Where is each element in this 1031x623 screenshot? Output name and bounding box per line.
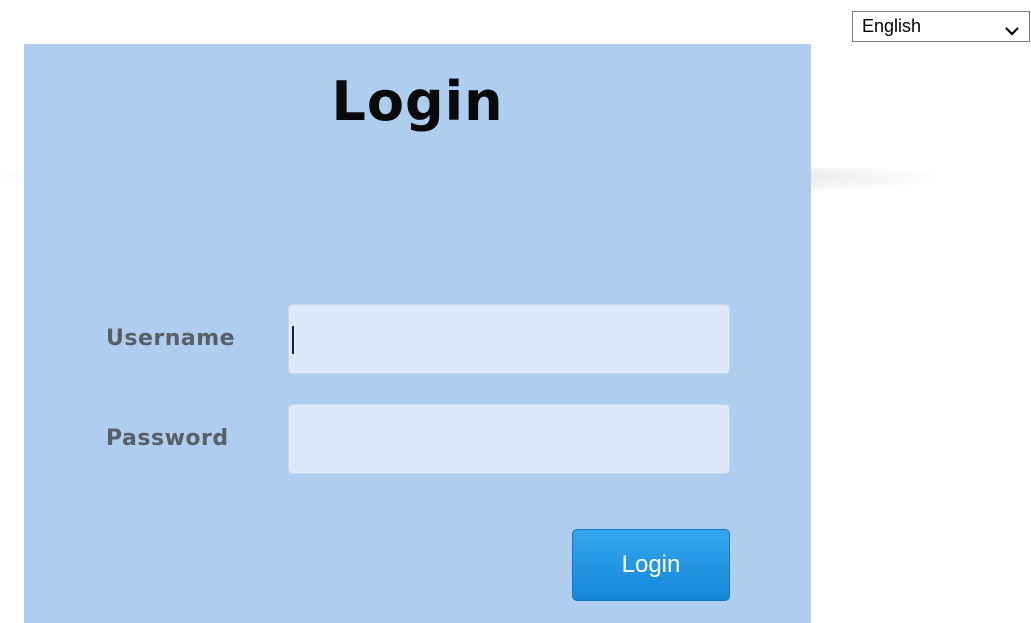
login-panel-header: Login (24, 44, 811, 177)
login-panel: Login Username Password Login (24, 44, 811, 623)
username-label: Username (106, 326, 236, 351)
login-button[interactable]: Login (572, 529, 730, 601)
page-title: Login (331, 70, 504, 133)
password-field[interactable] (288, 404, 730, 474)
login-page: English Login Username Password Login (0, 0, 1031, 623)
password-label: Password (106, 426, 229, 451)
username-row: Username (24, 304, 811, 376)
language-select[interactable]: English (852, 11, 1030, 42)
language-select-value: English (862, 16, 922, 36)
username-field[interactable] (288, 304, 730, 374)
password-row: Password (24, 404, 811, 476)
text-cursor (292, 326, 294, 354)
chevron-down-icon (1004, 21, 1020, 36)
